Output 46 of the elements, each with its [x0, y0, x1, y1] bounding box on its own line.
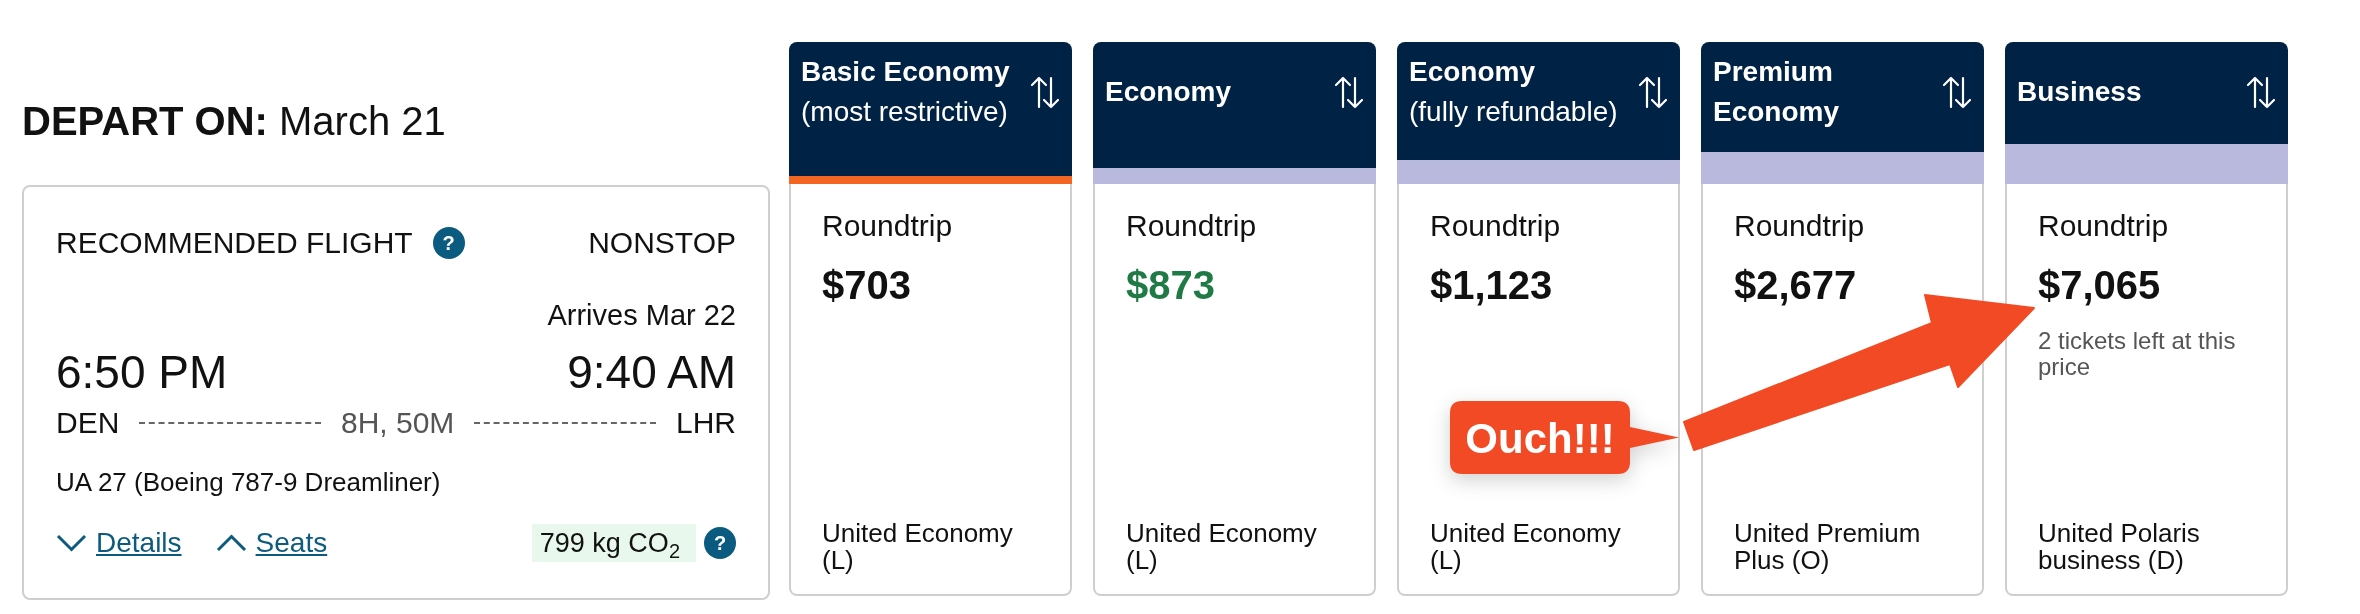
fare-class: United Polaris business (D)	[2038, 520, 2201, 574]
fare-price: $1,123	[1430, 262, 1553, 309]
fare-price: $703	[822, 262, 911, 309]
trip-type: Roundtrip	[2038, 208, 2169, 244]
availability-note: 2 tickets left at this price	[2038, 328, 2237, 380]
fare-title: Premium Economy	[1713, 55, 1841, 129]
trip-type: Roundtrip	[1126, 208, 1257, 244]
sort-icon[interactable]	[1637, 75, 1669, 109]
toggle-link[interactable]: Seats	[215, 525, 328, 561]
origin-code: DEN	[56, 405, 120, 441]
fare-title: Economy	[1409, 55, 1536, 89]
toggle-link[interactable]: Details	[56, 525, 182, 561]
arrival-date: Arrives Mar 22	[547, 299, 736, 331]
fare-card[interactable]: Roundtrip $873 United Economy (L)	[1093, 184, 1376, 596]
fare-subtitle: (most restrictive)	[801, 95, 1008, 129]
help-button[interactable]: ?	[704, 527, 736, 559]
stops-label: NONSTOP	[588, 225, 736, 261]
fare-title: Basic Economy	[801, 55, 1010, 89]
fare-class: United Economy (L)	[822, 520, 1014, 574]
trip-type: Roundtrip	[1430, 208, 1561, 244]
speech-callout: Ouch!!!	[1450, 401, 1679, 474]
fare-price: $873	[1126, 262, 1215, 309]
departure-time: 6:50 PM	[56, 346, 228, 398]
departure-heading: DEPART ON: March 21	[22, 98, 446, 145]
trip-type: Roundtrip	[822, 208, 953, 244]
destination-code: LHR	[676, 405, 736, 441]
fare-class: United Economy (L)	[1126, 520, 1318, 574]
fare-price: $7,065	[2038, 262, 2161, 309]
flight-number: UA 27 (Boeing 787-9 Dreamliner)	[56, 467, 441, 497]
trip-type: Roundtrip	[1734, 208, 1865, 244]
sort-icon[interactable]	[1333, 75, 1365, 109]
fare-card[interactable]: Roundtrip $703 United Economy (L)	[789, 184, 1072, 596]
fare-title: Business	[2017, 75, 2142, 109]
fare-class: United Economy (L)	[1430, 520, 1622, 574]
arrival-time: 9:40 AM	[567, 346, 736, 398]
flight-duration: 8H, 50M	[340, 405, 455, 441]
fare-class: United Premium Plus (O)	[1734, 520, 1922, 574]
emissions-badge: 799 kg CO$_{2}$	[531, 524, 696, 562]
sort-icon[interactable]	[1029, 75, 1061, 109]
help-button[interactable]: ?	[432, 227, 465, 259]
sort-icon[interactable]	[2245, 75, 2277, 109]
fare-price: $2,677	[1734, 262, 1857, 309]
sort-icon[interactable]	[1941, 75, 1973, 109]
fare-subtitle: (fully refundable)	[1409, 95, 1618, 129]
fare-title: Economy	[1105, 75, 1232, 109]
flight-label: RECOMMENDED FLIGHT	[56, 225, 413, 261]
